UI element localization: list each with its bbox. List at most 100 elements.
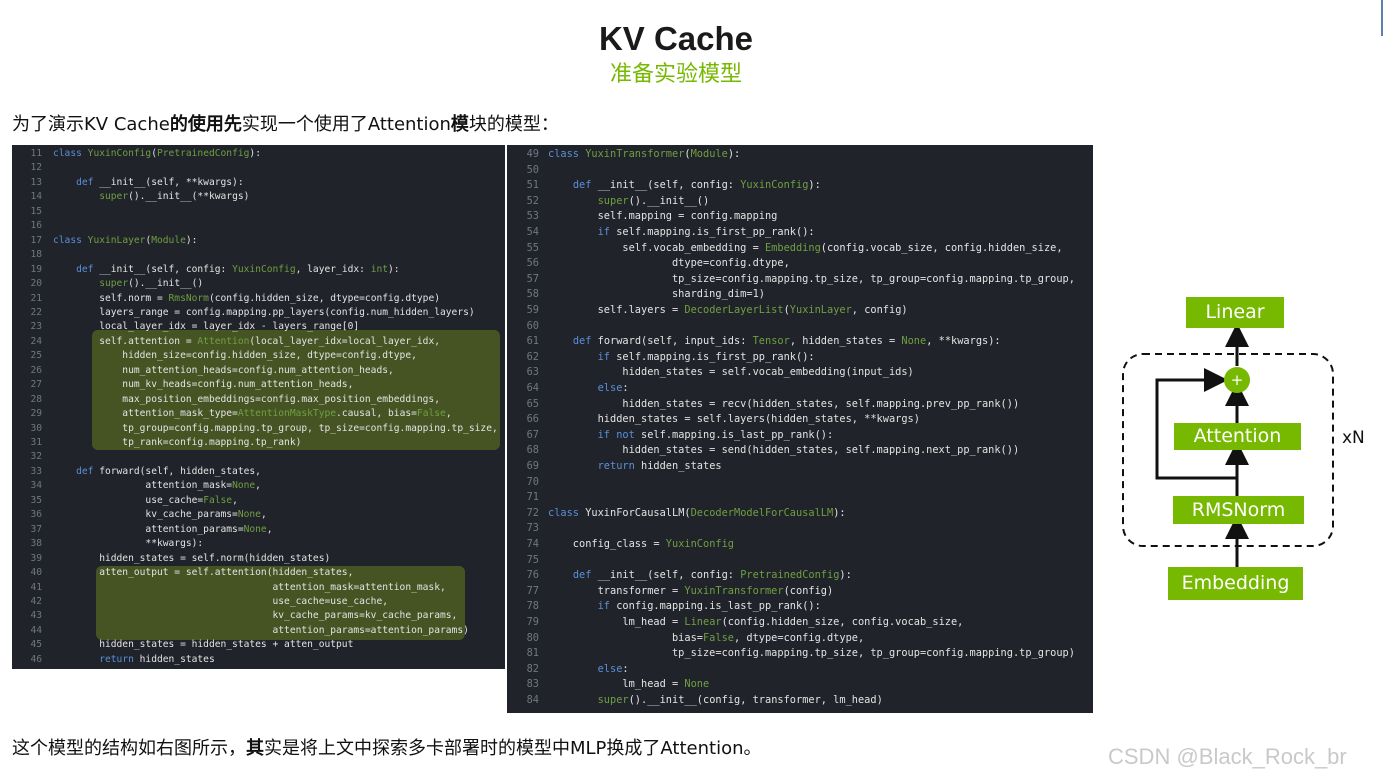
model-structure-diagram: + Linear Attention RMSNorm Embedding bbox=[1110, 290, 1385, 610]
code-line: 65 hidden_states = recv(hidden_states, s… bbox=[507, 397, 1093, 413]
line-number: 11 bbox=[30, 148, 42, 159]
code-line: 64 else: bbox=[507, 381, 1093, 397]
line-number: 55 bbox=[526, 241, 539, 254]
code-text: hidden_states = self.layers(hidden_state… bbox=[548, 413, 920, 426]
line-number: 62 bbox=[526, 350, 539, 363]
outro-text: 这个模型的结构如右图所示，其实是将上文中探索多卡部署时的模型中MLP换成了Att… bbox=[12, 737, 762, 761]
line-number: 43 bbox=[30, 610, 42, 622]
code-line: 53 self.mapping = config.mapping bbox=[507, 209, 1093, 225]
code-line: 73 bbox=[507, 521, 1093, 537]
code-line: 24 self.attention = Attention(local_laye… bbox=[12, 335, 505, 349]
code-text: local_layer_idx = layer_idx - layers_ran… bbox=[53, 321, 360, 333]
line-number: 17 bbox=[30, 234, 42, 246]
code-line: 75 bbox=[507, 553, 1093, 569]
code-line: 20 super().__init__() bbox=[12, 277, 505, 291]
code-text: self.vocab_embedding = Embedding(config.… bbox=[548, 241, 1063, 254]
code-line: 19 def __init__(self, config: YuxinConfi… bbox=[12, 263, 505, 277]
code-text: def __init__(self, config: PretrainedCon… bbox=[572, 569, 852, 582]
code-text: def __init__(self, **kwargs): bbox=[76, 176, 244, 188]
add-symbol: + bbox=[1230, 371, 1244, 389]
code-line: 58 sharding_dim=1) bbox=[507, 287, 1093, 303]
code-line: 40 atten_output = self.attention(hidden_… bbox=[12, 566, 505, 580]
code-line: 63 hidden_states = self.vocab_embedding(… bbox=[507, 365, 1093, 381]
line-number: 72 bbox=[526, 506, 539, 519]
code-line: 29 attention_mask_type=AttentionMaskType… bbox=[12, 407, 505, 421]
line-number: 64 bbox=[526, 382, 539, 394]
code-text: tp_size=config.mapping.tp_size, tp_group… bbox=[548, 272, 1075, 285]
code-text: if not self.mapping.is_last_pp_rank(): bbox=[597, 428, 834, 441]
line-number: 27 bbox=[30, 379, 42, 391]
code-text: attention_params=attention_params) bbox=[53, 624, 469, 636]
line-number: 33 bbox=[30, 465, 42, 477]
outro-part: 实是将上文中探索多卡部署时的模型中MLP换成了Attention。 bbox=[264, 738, 762, 759]
code-line: 62 if self.mapping.is_first_pp_rank(): bbox=[507, 350, 1093, 366]
code-text: self.layers = DecoderLayerList(YuxinLaye… bbox=[548, 304, 908, 316]
line-number: 76 bbox=[526, 569, 539, 582]
line-number: 46 bbox=[30, 653, 42, 665]
code-text: kv_cache_params=kv_cache_params, bbox=[53, 610, 458, 622]
code-line: 18 bbox=[12, 248, 505, 262]
line-number: 18 bbox=[30, 249, 42, 261]
line-number: 59 bbox=[526, 304, 539, 316]
line-number: 77 bbox=[526, 584, 539, 597]
code-line: 60 bbox=[507, 319, 1093, 335]
code-text: hidden_states = self.norm(hidden_states) bbox=[53, 552, 331, 564]
line-number: 13 bbox=[30, 176, 42, 188]
line-number: 84 bbox=[526, 694, 539, 706]
code-line: 67 if not self.mapping.is_last_pp_rank()… bbox=[507, 428, 1093, 444]
code-text: hidden_states = self.vocab_embedding(inp… bbox=[548, 366, 914, 379]
line-number: 12 bbox=[30, 162, 42, 174]
code-line: 61 def forward(self, input_ids: Tensor, … bbox=[507, 334, 1093, 350]
line-number: 32 bbox=[30, 451, 42, 463]
code-text: tp_group=config.mapping.tp_group, tp_siz… bbox=[53, 422, 498, 434]
code-line: 35 use_cache=False, bbox=[12, 494, 505, 508]
code-panel-left: 11 class YuxinConfig(PretrainedConfig): 12… bbox=[12, 145, 505, 669]
code-text: tp_size=config.mapping.tp_size, tp_group… bbox=[548, 647, 1075, 660]
code-text: layers_range = config.mapping.pp_layers(… bbox=[53, 306, 475, 318]
code-line: 13 def __init__(self, **kwargs): bbox=[12, 176, 505, 190]
code-text: hidden_states = recv(hidden_states, self… bbox=[548, 397, 1020, 410]
repeat-count-label: xN bbox=[1342, 428, 1365, 448]
code-text: class YuxinConfig(PretrainedConfig): bbox=[53, 148, 261, 159]
code-line: 46 return hidden_states bbox=[12, 653, 505, 667]
line-number: 63 bbox=[526, 366, 539, 379]
code-text: return hidden_states bbox=[597, 460, 722, 472]
code-text: super().__init__() bbox=[99, 278, 204, 290]
code-line: 43 kv_cache_params=kv_cache_params, bbox=[12, 609, 505, 623]
line-number: 22 bbox=[30, 306, 42, 318]
code-line: 76 def __init__(self, config: Pretrained… bbox=[507, 568, 1093, 584]
line-number: 39 bbox=[30, 552, 42, 564]
code-line: 33 def forward(self, hidden_states, bbox=[12, 465, 505, 479]
line-number: 49 bbox=[526, 148, 539, 160]
code-text: else: bbox=[597, 662, 629, 675]
code-line: 59 self.layers = DecoderLayerList(YuxinL… bbox=[507, 303, 1093, 319]
code-text: bias=False, dtype=config.dtype, bbox=[548, 631, 865, 644]
code-line: 28 max_position_embeddings=config.max_po… bbox=[12, 393, 505, 407]
line-number: 38 bbox=[30, 538, 42, 550]
line-number: 24 bbox=[30, 335, 42, 347]
code-line: 17 class YuxinLayer(Module): bbox=[12, 234, 505, 248]
code-text: super().__init__(**kwargs) bbox=[99, 191, 250, 203]
code-line: 41 attention_mask=attention_mask, bbox=[12, 581, 505, 595]
line-number: 54 bbox=[526, 226, 539, 238]
code-line: 22 layers_range = config.mapping.pp_laye… bbox=[12, 306, 505, 320]
code-text: if self.mapping.is_first_pp_rank(): bbox=[597, 350, 815, 363]
code-text: if config.mapping.is_last_pp_rank(): bbox=[597, 600, 821, 613]
code-line: 66 hidden_states = self.layers(hidden_st… bbox=[507, 412, 1093, 428]
code-text: attention_params=None, bbox=[53, 523, 273, 535]
code-text: def __init__(self, config: YuxinConfig, … bbox=[76, 263, 400, 275]
line-number: 80 bbox=[526, 631, 539, 644]
line-number: 82 bbox=[526, 662, 539, 675]
line-number: 44 bbox=[30, 624, 42, 636]
line-number: 75 bbox=[526, 553, 539, 566]
code-line: 78 if config.mapping.is_last_pp_rank(): bbox=[507, 599, 1093, 615]
line-number: 83 bbox=[526, 678, 539, 691]
code-line: 12 bbox=[12, 161, 505, 175]
code-text: hidden_size=config.hidden_size, dtype=co… bbox=[53, 350, 417, 362]
line-number: 20 bbox=[30, 278, 42, 290]
code-text: max_position_embeddings=config.max_posit… bbox=[53, 393, 440, 405]
outro-part: 这个模型的结构如右图所示， bbox=[12, 738, 246, 759]
line-number: 41 bbox=[30, 581, 42, 593]
code-text: hidden_states = hidden_states + atten_ou… bbox=[53, 639, 354, 651]
line-number: 69 bbox=[526, 460, 539, 472]
